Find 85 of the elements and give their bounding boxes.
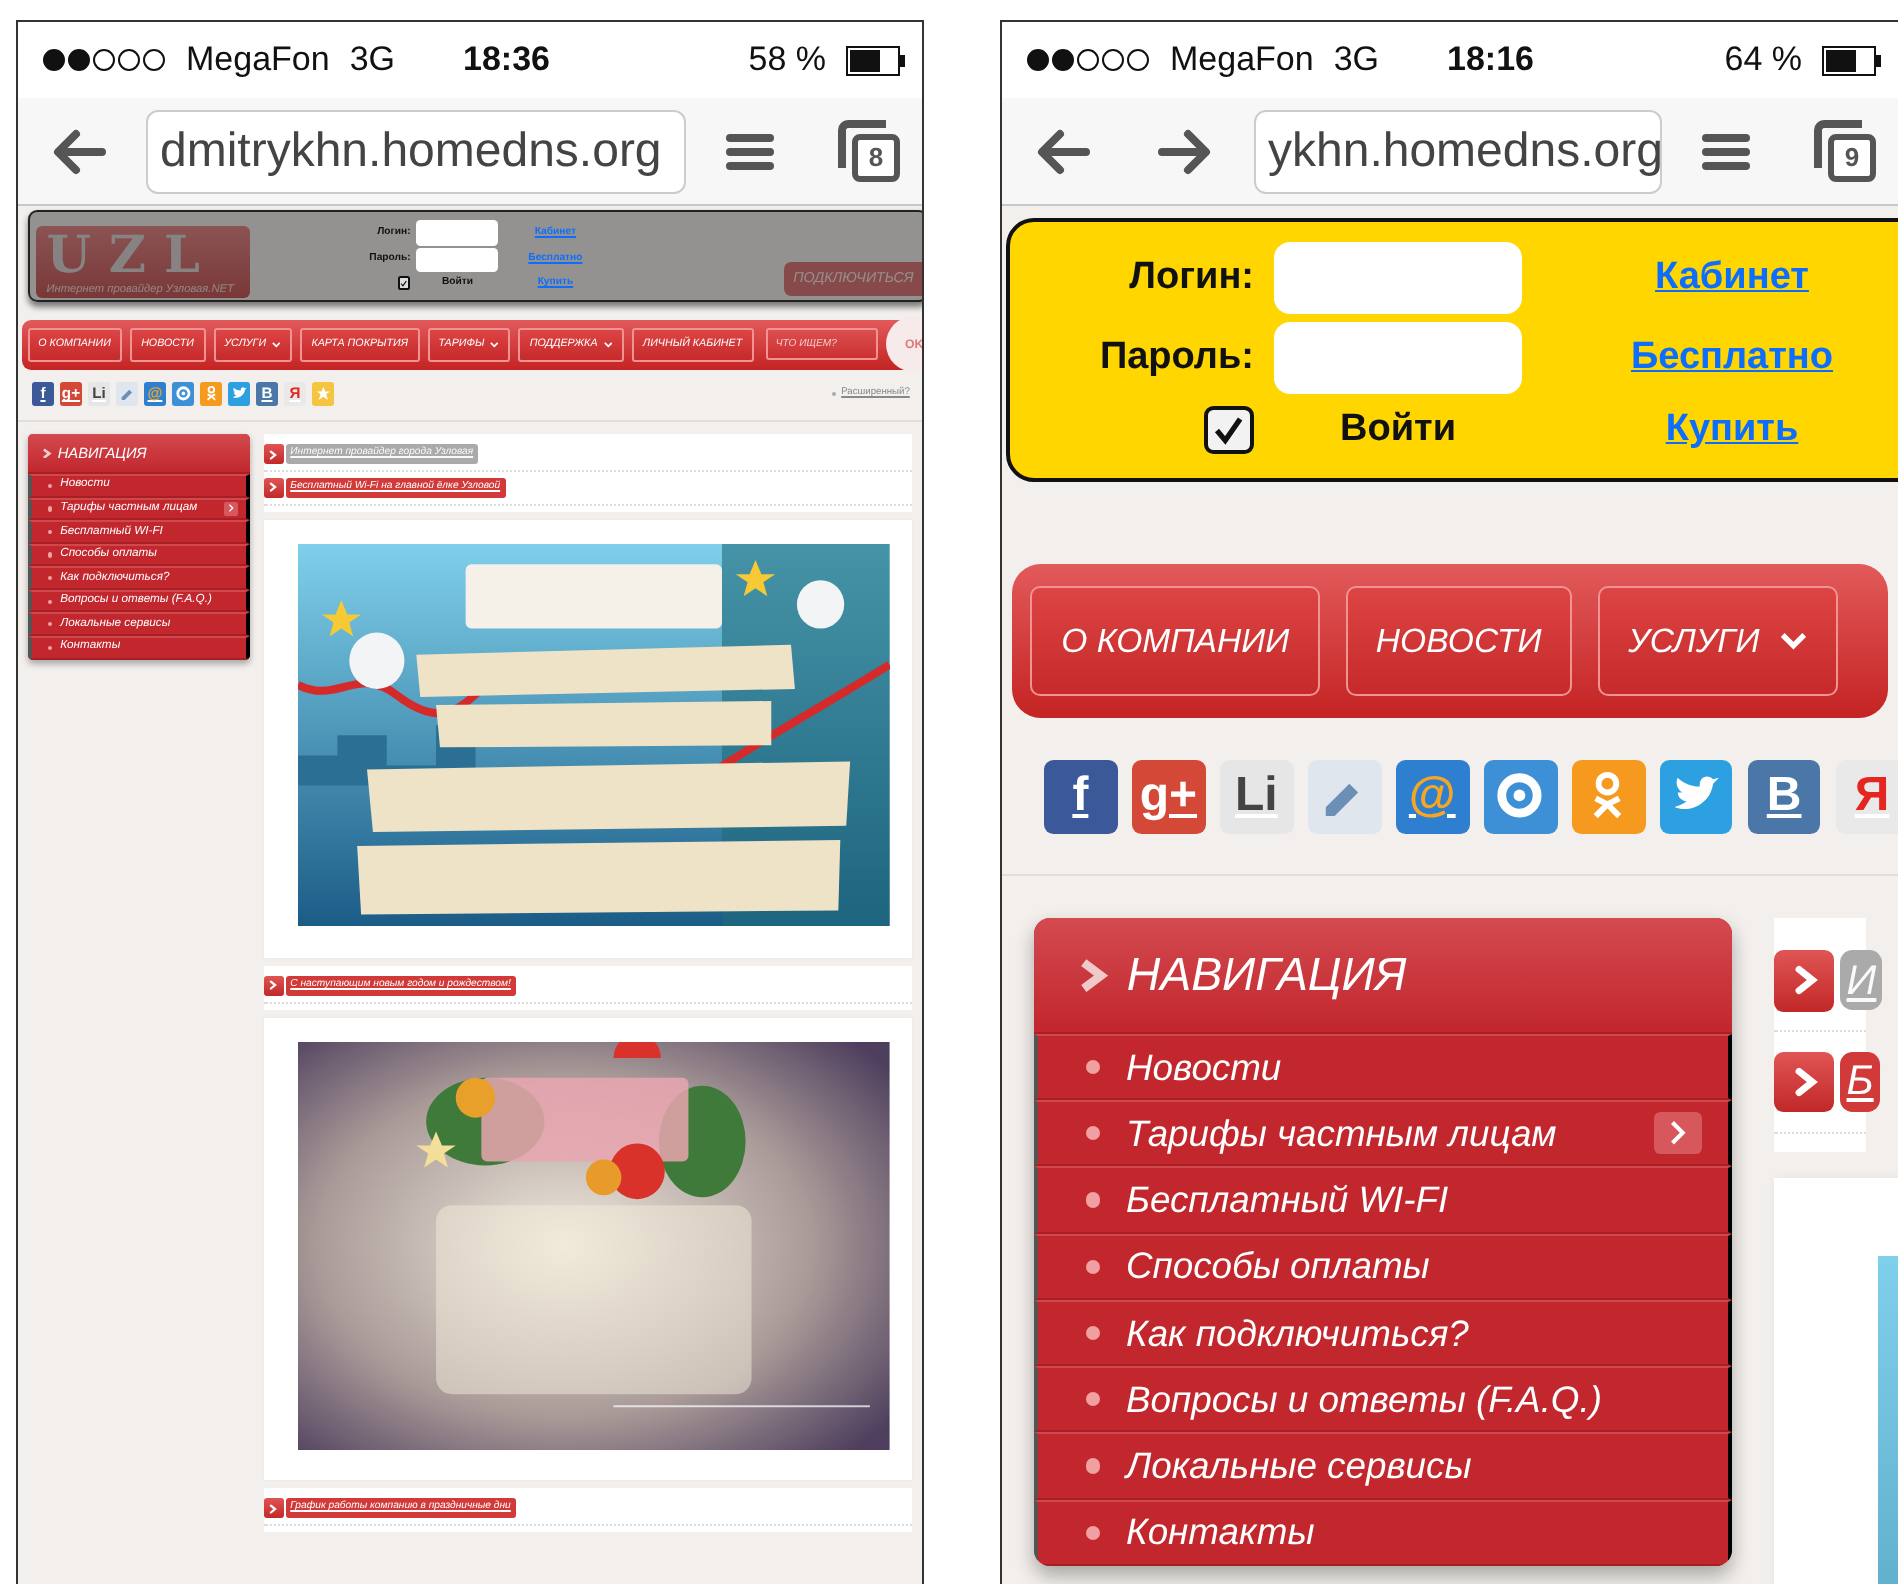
menu-tab[interactable]: НОВОСТИ xyxy=(1345,585,1573,697)
bullet-icon xyxy=(1086,1325,1101,1341)
clock: 18:16 xyxy=(1447,38,1534,83)
bullet-icon xyxy=(1086,1392,1101,1407)
bullet-icon xyxy=(47,645,53,650)
share-icon[interactable] xyxy=(227,382,251,406)
menu-button[interactable] xyxy=(1702,131,1750,171)
signal-icon xyxy=(1026,48,1150,72)
share-icon[interactable] xyxy=(311,382,335,406)
clock: 18:36 xyxy=(463,38,550,83)
bullet-icon xyxy=(47,622,53,627)
share-icon[interactable] xyxy=(171,382,195,406)
submenu-arrow-icon xyxy=(223,502,239,516)
menu-button[interactable] xyxy=(726,131,774,171)
password-field[interactable] xyxy=(1274,321,1522,394)
caret-icon xyxy=(272,342,282,348)
sidebar-item[interactable]: Как подключиться? xyxy=(1034,1299,1732,1367)
login-button[interactable]: Войти xyxy=(1274,401,1522,459)
login-field[interactable] xyxy=(1274,241,1522,314)
check-icon xyxy=(400,279,408,288)
battery-percent: 58 % xyxy=(748,38,826,83)
share-icon[interactable] xyxy=(199,382,223,406)
bullet-icon xyxy=(47,599,53,604)
share-icon[interactable]: Li xyxy=(1219,759,1294,834)
forward-button[interactable] xyxy=(1158,127,1214,175)
article-title[interactable]: Б xyxy=(1840,1051,1880,1112)
network-type: 3G xyxy=(1333,38,1380,83)
login-label: Логин: xyxy=(1127,253,1254,301)
back-button[interactable] xyxy=(50,127,106,175)
carrier-name: MegaFon xyxy=(1170,38,1314,83)
remember-checkbox[interactable] xyxy=(397,276,411,290)
share-icon[interactable] xyxy=(1483,759,1558,834)
sidebar-item[interactable]: Вопросы и ответы (F.A.Q.) xyxy=(1034,1366,1732,1433)
bullet-icon xyxy=(1086,1259,1101,1274)
address-field[interactable]: dmitrykhn.homedns.org xyxy=(146,109,686,193)
bullet-icon xyxy=(832,392,837,397)
password-field[interactable] xyxy=(416,248,499,273)
sidebar-item[interactable]: Контакты xyxy=(1034,1499,1732,1566)
chevron-icon xyxy=(42,447,52,459)
buy-link[interactable]: Купить xyxy=(1542,401,1898,459)
bullet-icon xyxy=(47,575,53,581)
share-icon[interactable]: g+ xyxy=(1131,759,1206,834)
login-field[interactable] xyxy=(416,220,499,246)
menu-tab[interactable]: О КОМПАНИИ xyxy=(1030,585,1320,697)
sidebar-item[interactable]: Бесплатный WI-FI xyxy=(1034,1166,1732,1234)
sidebar-item[interactable]: Способы оплаты xyxy=(1034,1233,1732,1300)
share-icon[interactable] xyxy=(1307,759,1382,834)
caret-icon xyxy=(603,342,613,348)
password-label: Пароль: xyxy=(1097,333,1254,381)
bullet-icon xyxy=(1086,1192,1101,1208)
share-icon[interactable] xyxy=(1571,759,1645,834)
bullet-icon xyxy=(1086,1059,1101,1074)
sidebar-title: НАВИГАЦИЯ xyxy=(1126,946,1407,1005)
bullet-icon xyxy=(47,483,53,488)
remember-checkbox[interactable] xyxy=(1204,405,1254,455)
share-icon[interactable] xyxy=(1659,759,1733,834)
sidebar-item[interactable]: Тарифы частным лицам xyxy=(1034,1100,1732,1167)
bullet-icon xyxy=(1086,1126,1101,1141)
share-icon[interactable] xyxy=(115,382,139,406)
menu-tab[interactable]: УСЛУГИ xyxy=(1597,585,1838,697)
sidebar-item[interactable]: Локальные сервисы xyxy=(1034,1432,1732,1500)
bullet-icon xyxy=(1086,1525,1101,1540)
share-icon[interactable]: f xyxy=(1043,759,1118,834)
chevron-icon xyxy=(1078,957,1108,993)
carrier-name: MegaFon xyxy=(186,38,330,83)
battery-icon xyxy=(1822,45,1882,75)
free-link[interactable]: Бесплатно xyxy=(1542,329,1898,386)
caret-icon xyxy=(1779,632,1807,650)
share-icon[interactable]: Я xyxy=(1835,759,1898,834)
bullet-icon xyxy=(47,529,53,535)
address-field[interactable]: ykhn.homedns.org xyxy=(1254,109,1662,193)
account-link[interactable]: Кабинет xyxy=(1542,249,1898,306)
check-icon xyxy=(1212,413,1246,447)
sidebar-item[interactable]: Новости xyxy=(1034,1033,1732,1101)
battery-percent: 64 % xyxy=(1724,38,1802,83)
back-button[interactable] xyxy=(1034,127,1090,175)
bullet-icon xyxy=(47,552,53,558)
signal-icon xyxy=(42,48,166,72)
caret-icon xyxy=(490,342,500,348)
share-icon[interactable]: В xyxy=(1747,759,1821,834)
battery-icon xyxy=(846,45,906,75)
bullet-icon xyxy=(1086,1458,1101,1474)
logo-text: UZL xyxy=(46,231,218,283)
bullet-icon xyxy=(47,506,53,512)
network-type: 3G xyxy=(349,38,396,83)
